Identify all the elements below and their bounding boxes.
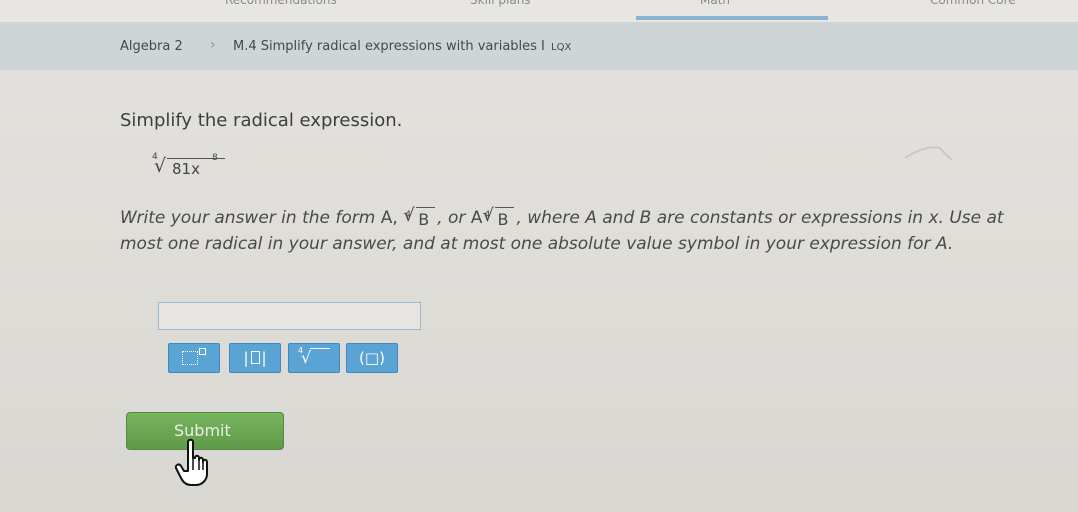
skill-title: M.4 Simplify radical expressions with va… <box>233 39 545 54</box>
form-a: A, <box>380 208 398 228</box>
root-index-label: 4 <box>298 346 304 355</box>
form-ab-root-b: 4 √ B <box>482 205 516 229</box>
top-navigation: Recommendations Skill plans Math Common … <box>0 0 1078 23</box>
breadcrumb-subject[interactable]: Algebra 2 <box>120 39 183 54</box>
question-prompt: Simplify the radical expression. <box>120 110 403 131</box>
chevron-right-icon: › <box>210 37 216 53</box>
form-b: B <box>418 210 430 229</box>
exponent-icon <box>169 344 219 372</box>
form-ab-b: B <box>497 210 509 229</box>
radical-expression: 4 √ 81x 8 <box>152 152 242 182</box>
radical-sign-icon: √ <box>154 155 167 177</box>
nav-recommendations[interactable]: Recommendations <box>225 0 337 16</box>
nav-math[interactable]: Math <box>700 0 730 16</box>
skill-code: LQX <box>551 42 572 53</box>
parentheses-button[interactable]: (□) <box>346 343 398 373</box>
form-root-b: 4 √ B <box>403 205 437 229</box>
parentheses-icon: (□) <box>359 349 385 367</box>
nav-skill-plans[interactable]: Skill plans <box>470 0 531 16</box>
screen-glare <box>904 146 953 161</box>
nav-common-core[interactable]: Common Core <box>930 0 1016 16</box>
hand-pointer-cursor-icon <box>174 438 208 486</box>
nth-root-button[interactable]: 4 √ <box>288 343 340 373</box>
radical-sign-icon: √ <box>403 205 415 226</box>
absolute-value-icon: | | <box>243 349 267 367</box>
answer-input[interactable] <box>158 302 421 330</box>
nth-root-icon: 4 √ <box>289 344 339 372</box>
radicand-exponent: 8 <box>212 153 218 163</box>
active-tab-indicator <box>636 16 828 20</box>
radicand: 81x <box>172 160 200 178</box>
exponent-button[interactable] <box>168 343 220 373</box>
form-ab-a: A <box>470 208 483 228</box>
answer-instructions: Write your answer in the form A, 4 √ B ,… <box>120 205 1020 257</box>
absolute-value-button[interactable]: | | <box>229 343 281 373</box>
radical-sign-icon: √ <box>482 205 494 226</box>
breadcrumb-skill: M.4 Simplify radical expressions with va… <box>233 39 571 54</box>
